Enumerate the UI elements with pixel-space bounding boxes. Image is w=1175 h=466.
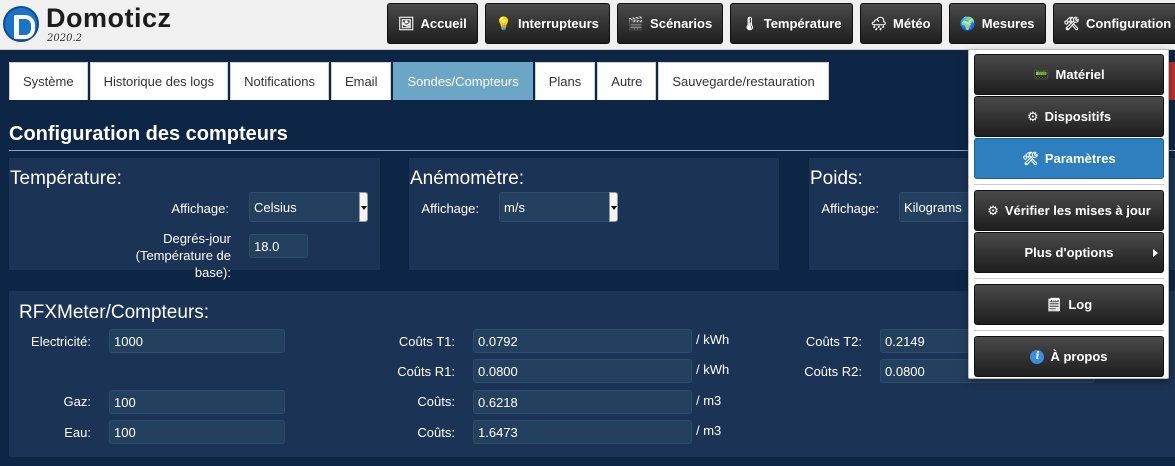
page-title: Configuration des compteurs — [9, 123, 288, 145]
degree-days-input[interactable]: 18.0 — [249, 234, 308, 258]
weight-display-label: Affichage: — [821, 201, 879, 216]
wind-title: Anémomètre: — [410, 168, 525, 189]
main-nav: 🖼 Accueil 💡 Interrupteurs 🎬 Scénarios 🌡 Temp… — [387, 3, 1175, 44]
thermometer-icon: 🌡 — [741, 15, 758, 31]
chevron-down-icon[interactable] — [359, 192, 368, 222]
temperature-display-select[interactable]: Celsius — [249, 192, 368, 222]
rfxmeter-title: RFXMeter/Compteurs: — [19, 302, 210, 323]
temperature-title: Température: — [10, 168, 122, 189]
tab-notifications[interactable]: Notifications — [230, 62, 329, 100]
water-cost-label: Coûts: — [417, 425, 455, 440]
app-version: 2020.2 — [47, 33, 82, 44]
temperature-panel: Température: Affichage: Celsius Degrés-j… — [9, 158, 380, 280]
settings-tabs: Système Historique des logs Notification… — [9, 62, 829, 100]
weight-title: Poids: — [810, 168, 863, 189]
bulb-icon: 💡 — [495, 15, 512, 31]
menu-materiel[interactable]: 📟 Matériel — [974, 54, 1164, 95]
gas-cost-input[interactable]: 0.6218 — [473, 390, 692, 414]
gas-cost-label: Coûts: — [417, 394, 455, 409]
menu-divider — [974, 330, 1164, 331]
tab-autre[interactable]: Autre — [597, 62, 657, 100]
weather-icon: 🌧 — [870, 15, 888, 31]
devices-gear-icon: ⚙ — [1026, 108, 1039, 124]
electricity-input[interactable]: 1000 — [109, 329, 285, 353]
water-label: Eau: — [64, 425, 91, 440]
nav-scenarios[interactable]: 🎬 Scénarios — [616, 3, 724, 44]
hardware-icon: 📟 — [1033, 66, 1050, 82]
temperature-display-label: Affichage: — [171, 201, 229, 216]
tab-plans[interactable]: Plans — [534, 62, 596, 100]
cost-r1-unit: / kWh — [696, 362, 730, 377]
cost-t1-input[interactable]: 0.0792 — [473, 329, 692, 353]
menu-divider — [974, 278, 1164, 279]
cost-t2-label: Coûts T2: — [805, 334, 862, 349]
cost-t1-label: Coûts T1: — [398, 334, 455, 349]
nav-configuration[interactable]: 🛠 Configuration — [1052, 3, 1175, 44]
tab-historique-logs[interactable]: Historique des logs — [89, 62, 229, 100]
degree-days-label: Degrés-jour (Température de base): — [135, 231, 231, 280]
tab-sondes-compteurs[interactable]: Sondes/Compteurs — [393, 62, 533, 100]
menu-about[interactable]: iÀ propos — [974, 336, 1164, 377]
menu-parametres[interactable]: 🛠 Paramètres — [974, 138, 1164, 179]
wind-panel: Anémomètre: Affichage: m/s — [409, 158, 779, 270]
header-bar: Domoticz 2020.2 🖼 Accueil 💡 Interrupteurs … — [0, 0, 1175, 50]
menu-dispositifs[interactable]: ⚙ Dispositifs — [974, 96, 1164, 137]
tools-icon: 🛠 — [1022, 150, 1039, 166]
tab-systeme[interactable]: Système — [9, 62, 88, 100]
nav-temperature[interactable]: 🌡 Température — [730, 3, 853, 44]
menu-log[interactable]: 🗒 Log — [974, 284, 1164, 325]
configuration-dropdown: 📟 Matériel ⚙ Dispositifs 🛠 Paramètres ⚙ Véri… — [968, 49, 1169, 379]
water-cost-input[interactable]: 1.6473 — [473, 420, 692, 444]
menu-more-options[interactable]: Plus d'options — [974, 232, 1164, 273]
app-name[interactable]: Domoticz — [46, 3, 172, 34]
nav-mesures[interactable]: 🌍 Mesures — [948, 3, 1046, 44]
gas-cost-unit: / m3 — [696, 393, 722, 408]
tools-icon: 🛠 — [1063, 15, 1081, 31]
cost-r2-label: Coûts R2: — [804, 364, 862, 379]
tab-email[interactable]: Email — [330, 62, 392, 100]
cost-t1-unit: / kWh — [696, 332, 730, 347]
info-icon: i — [1030, 349, 1045, 364]
log-icon: 🗒 — [1045, 296, 1063, 312]
water-cost-unit: / m3 — [696, 423, 722, 438]
chevron-right-icon — [1153, 249, 1158, 257]
gas-label: Gaz: — [63, 394, 91, 409]
home-icon: 🖼 — [398, 15, 415, 31]
cost-r1-label: Coûts R1: — [397, 364, 455, 379]
menu-check-updates[interactable]: ⚙ Vérifier les mises à jour — [974, 190, 1164, 231]
chevron-down-icon[interactable] — [609, 192, 618, 222]
menu-divider — [974, 184, 1164, 185]
domoticz-logo-icon[interactable] — [3, 6, 39, 42]
nav-meteo[interactable]: 🌧 Météo — [859, 3, 942, 44]
wind-display-select[interactable]: m/s — [499, 192, 618, 222]
globe-icon: 🌍 — [959, 15, 976, 31]
tab-sauvegarde[interactable]: Sauvegarde/restauration — [658, 62, 829, 100]
clapper-icon: 🎬 — [627, 15, 645, 31]
nav-interrupteurs[interactable]: 💡 Interrupteurs — [484, 3, 610, 44]
update-gear-icon: ⚙ — [987, 202, 999, 218]
wind-display-label: Affichage: — [421, 201, 479, 216]
electricity-label: Electricité: — [31, 334, 91, 349]
gas-input[interactable]: 100 — [109, 390, 285, 414]
cost-r1-input[interactable]: 0.0800 — [473, 359, 692, 383]
nav-accueil[interactable]: 🖼 Accueil — [387, 3, 478, 44]
water-input[interactable]: 100 — [109, 420, 285, 444]
